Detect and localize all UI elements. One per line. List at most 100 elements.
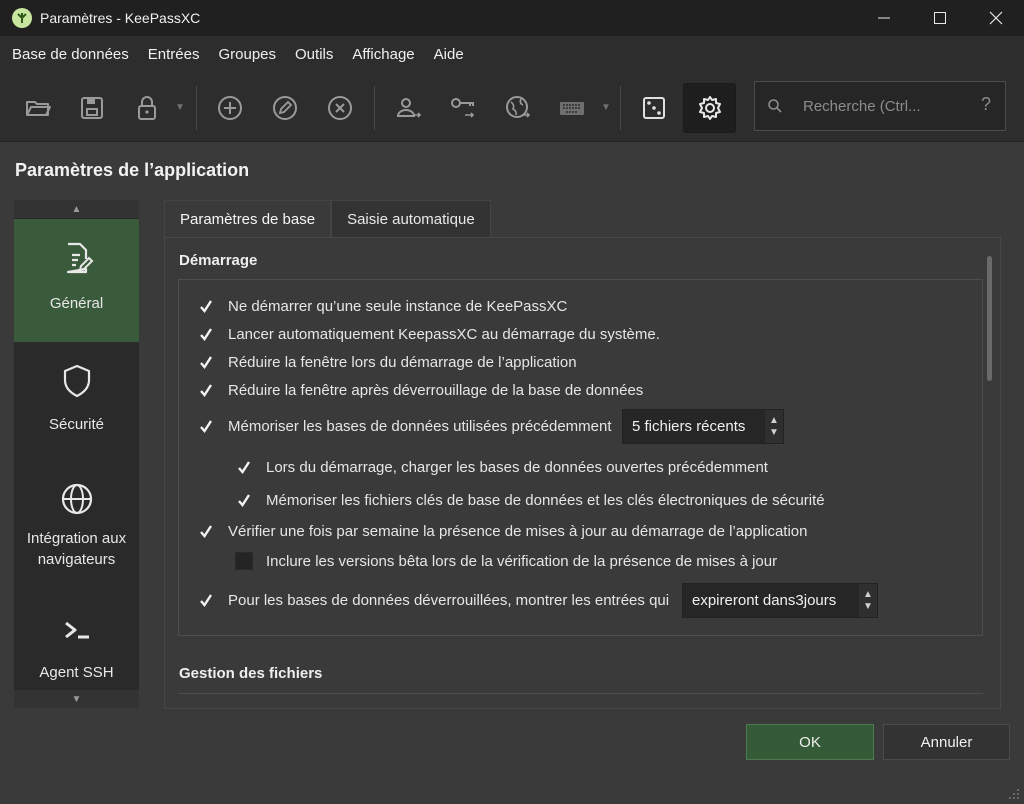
menu-tools[interactable]: Outils (285, 36, 342, 74)
checkbox[interactable] (197, 591, 215, 609)
lock-icon (138, 96, 156, 120)
recent-files-value: 5 fichiers récents (632, 418, 746, 435)
option-show-expiring-entries[interactable]: Pour les bases de données déverrouillées… (197, 591, 669, 609)
delete-entry-button[interactable] (320, 83, 360, 133)
dice-icon (643, 97, 665, 119)
search-input[interactable] (803, 97, 963, 115)
scroll-up-icon[interactable]: ▲ (14, 200, 139, 218)
maximize-icon (934, 12, 946, 24)
option-label: Ne démarrer qu’une seule instance de Kee… (228, 297, 568, 315)
category-ssh-agent[interactable]: Agent SSH (14, 612, 139, 692)
tab-basic-settings[interactable]: Paramètres de base (164, 200, 332, 237)
option-label: Mémoriser les fichiers clés de base de d… (266, 491, 825, 509)
category-label: Intégration aux navigateurs (26, 530, 127, 568)
option-minimize-on-startup[interactable]: Réduire la fenêtre lors du démarrage de … (197, 353, 577, 371)
option-label: Lancer automatiquement KeepassXC au déma… (228, 325, 660, 343)
add-entry-button[interactable] (210, 83, 250, 133)
copy-username-button[interactable] (388, 83, 428, 133)
keyboard-icon (560, 102, 584, 115)
minimize-button[interactable] (856, 0, 912, 36)
checkbox[interactable] (197, 522, 215, 540)
option-minimize-after-unlock[interactable]: Réduire la fenêtre après déverrouillage … (197, 381, 643, 399)
recent-files-spinbox[interactable]: 5 fichiers récents ▲ ▼ (622, 409, 784, 444)
menu-view[interactable]: Affichage (342, 36, 423, 74)
menu-entries[interactable]: Entrées (138, 36, 209, 74)
tab-auto-type[interactable]: Saisie automatique (331, 200, 491, 237)
checkmark-icon (238, 494, 251, 507)
keepassxc-logo-icon (12, 8, 32, 28)
scroll-down-icon[interactable]: ▼ (14, 690, 139, 708)
page-title: Paramètres de l’application (15, 160, 250, 180)
copy-password-button[interactable] (443, 83, 483, 133)
settings-tabs: Paramètres de base Saisie automatique (164, 200, 491, 237)
lock-database-button[interactable] (127, 83, 167, 133)
spin-down-icon[interactable]: ▼ (863, 601, 873, 613)
resize-grip-icon[interactable] (1008, 788, 1020, 800)
toolbar-separator (620, 86, 621, 130)
globe-icon (61, 483, 92, 515)
expire-days-spinbox[interactable]: expireront dans3jours ▲ ▼ (682, 583, 878, 618)
lock-dropdown-icon[interactable]: ▼ (175, 102, 185, 113)
search-help-icon[interactable]: ? (981, 94, 991, 115)
option-remember-keyfiles[interactable]: Mémoriser les fichiers clés de base de d… (235, 491, 825, 509)
spinbox-arrows[interactable]: ▲ ▼ (765, 410, 783, 443)
toolbar-separator (196, 86, 197, 130)
settings-button[interactable] (683, 83, 736, 133)
menu-help[interactable]: Aide (424, 36, 473, 74)
content-scrollbar[interactable] (987, 256, 992, 381)
category-browser-integration[interactable]: Intégration aux navigateurs (14, 480, 139, 590)
open-url-button[interactable] (498, 83, 538, 133)
option-label: Inclure les versions bêta lors de la vér… (266, 552, 778, 570)
spin-up-icon[interactable]: ▲ (769, 415, 779, 427)
startup-group: Ne démarrer qu’une seule instance de Kee… (178, 279, 983, 636)
spinbox-arrows[interactable]: ▲ ▼ (859, 584, 877, 617)
spin-down-icon[interactable]: ▼ (769, 427, 779, 439)
globe-link-icon (506, 96, 531, 118)
open-database-button[interactable] (18, 83, 58, 133)
category-label: Agent SSH (39, 664, 114, 681)
auto-type-button[interactable] (552, 83, 592, 133)
spin-up-icon[interactable]: ▲ (863, 589, 873, 601)
checkbox[interactable] (197, 325, 215, 343)
option-check-updates[interactable]: Vérifier une fois par semaine la présenc… (197, 522, 808, 540)
checkbox[interactable] (235, 458, 253, 476)
checkbox[interactable] (235, 491, 253, 509)
auto-type-dropdown-icon[interactable]: ▼ (601, 102, 611, 113)
terminal-icon (64, 621, 89, 639)
folder-open-icon (26, 101, 51, 116)
cancel-button[interactable]: Annuler (883, 724, 1010, 760)
checkbox[interactable] (197, 417, 215, 435)
checkbox[interactable] (197, 353, 215, 371)
checkmark-icon (200, 594, 213, 607)
checkbox[interactable] (235, 552, 253, 570)
option-label: Réduire la fenêtre après déverrouillage … (228, 381, 644, 399)
option-include-beta[interactable]: Inclure les versions bêta lors de la vér… (235, 552, 777, 570)
edit-entry-button[interactable] (265, 83, 305, 133)
save-database-button[interactable] (72, 83, 112, 133)
gear-icon (698, 96, 721, 120)
option-remember-databases[interactable]: Mémoriser les bases de données utilisées… (197, 417, 612, 435)
expire-value: expireront dans3jours (692, 592, 837, 609)
option-label: Lors du démarrage, charger les bases de … (266, 458, 768, 476)
title-bar: Paramètres - KeePassXC (0, 0, 1024, 36)
close-button[interactable] (968, 0, 1024, 36)
category-security[interactable]: Sécurité (14, 362, 139, 462)
password-generator-button[interactable] (634, 83, 674, 133)
save-icon (81, 97, 103, 119)
checkmark-icon (200, 328, 213, 341)
document-edit-icon (66, 242, 93, 274)
menu-groups[interactable]: Groupes (208, 36, 285, 74)
option-single-instance[interactable]: Ne démarrer qu’une seule instance de Kee… (197, 297, 567, 315)
maximize-button[interactable] (912, 0, 968, 36)
window-title: Paramètres - KeePassXC (40, 10, 201, 26)
ok-button[interactable]: OK (746, 724, 874, 760)
search-icon (768, 99, 782, 113)
checkbox[interactable] (197, 381, 215, 399)
option-load-previous-databases[interactable]: Lors du démarrage, charger les bases de … (235, 458, 768, 476)
menu-database[interactable]: Base de données (2, 36, 138, 74)
x-circle-icon (328, 96, 352, 120)
file-management-group-title: Gestion des fichiers (179, 665, 323, 682)
checkbox[interactable] (197, 297, 215, 315)
category-general[interactable]: Général (14, 219, 139, 342)
option-autostart[interactable]: Lancer automatiquement KeepassXC au déma… (197, 325, 660, 343)
